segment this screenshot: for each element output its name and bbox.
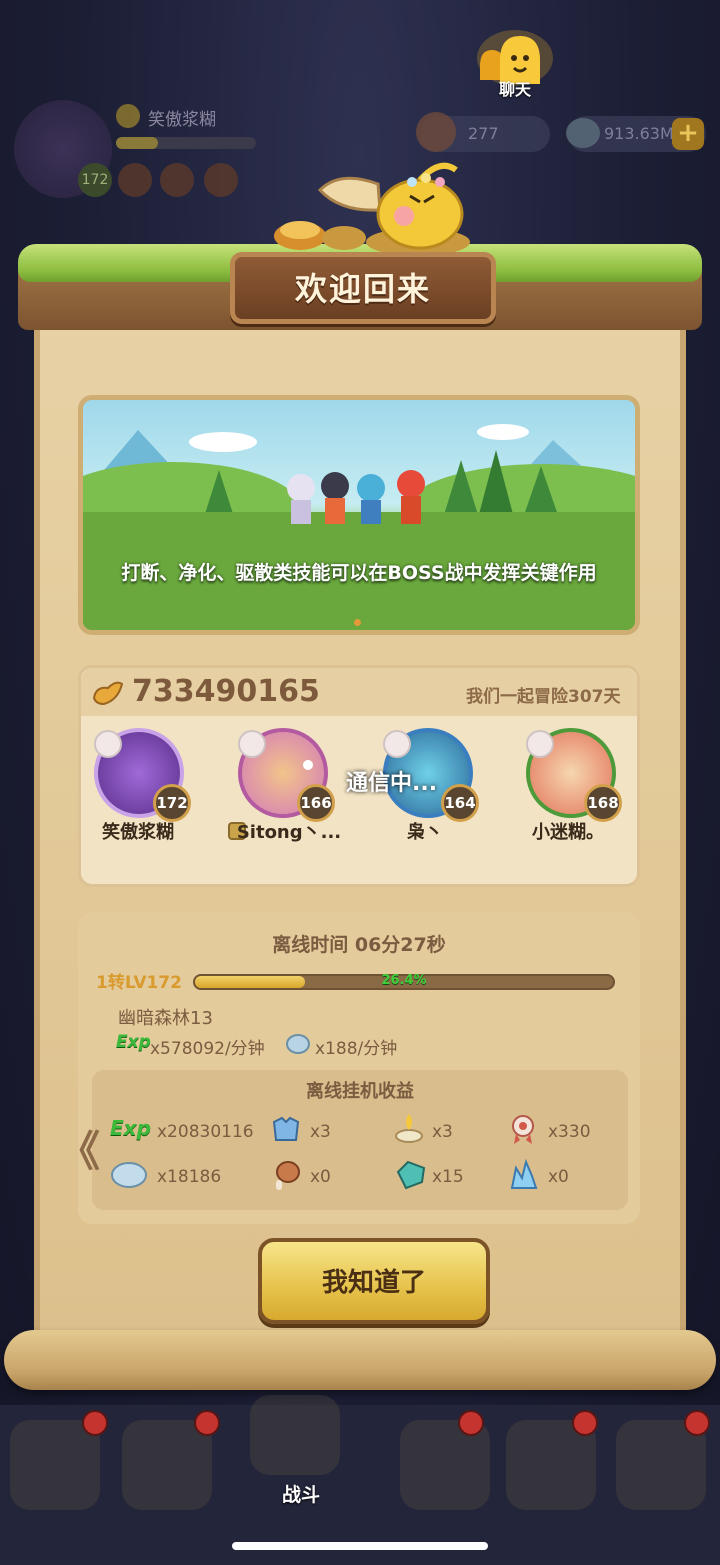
reward-value: x15 [432, 1167, 464, 1187]
player-level-badge: 172 [78, 163, 112, 197]
resource-crystal-value: 913.63M [604, 124, 674, 143]
loading-text: 通信中... [346, 771, 438, 796]
nav-battle-label[interactable]: 战斗 [282, 1480, 320, 1507]
buff-icon[interactable] [118, 163, 152, 197]
banner-landscape-image [83, 424, 635, 630]
confirm-button-label[interactable]: 我知道了 [258, 1262, 490, 1299]
power-icon [92, 681, 124, 706]
team-member-level: 172 [153, 784, 191, 822]
collapse-chevron-icon[interactable]: 《 [58, 1118, 100, 1179]
team-member-level: 166 [297, 784, 335, 822]
reward-value: x3 [432, 1122, 453, 1142]
ice-crystal-icon [510, 1158, 538, 1189]
reward-value: x20830116 [157, 1122, 254, 1142]
rewards-title: 离线挂机收益 [306, 1081, 414, 1102]
class-badge-icon [238, 730, 266, 758]
tip-text: 打断、净化、驱散类技能可以在BOSS战中发挥关键作用 [121, 562, 597, 584]
notification-bell-icon [458, 1410, 484, 1436]
crystal-icon [111, 1162, 147, 1188]
team-member-name: 枭丶 [407, 822, 443, 843]
chat-label[interactable]: 聊天 [490, 76, 540, 100]
class-badge-icon [383, 730, 411, 758]
resource-meat-value: 277 [468, 124, 499, 143]
notification-bell-icon [82, 1410, 108, 1436]
reward-value: x330 [548, 1122, 591, 1142]
meat-icon [276, 1161, 300, 1190]
buff-icon[interactable] [160, 163, 194, 197]
home-indicator[interactable] [232, 1542, 488, 1550]
carousel-dot[interactable] [354, 619, 361, 626]
gem-icon [396, 1160, 426, 1190]
team-member-level: 168 [584, 784, 622, 822]
adventure-days: 我们一起冒险307天 [466, 687, 621, 707]
exp-rate: x578092/分钟 [150, 1039, 265, 1059]
add-crystal-button[interactable]: + [672, 118, 704, 150]
crystal-rate: x188/分钟 [315, 1039, 398, 1059]
class-badge-icon [526, 730, 554, 758]
team-member-name: 小迷糊。 [532, 822, 604, 843]
notification-bell-icon [572, 1410, 598, 1436]
exp-icon: Exp [110, 1116, 151, 1140]
team-member-name: Sitong丶... [236, 822, 342, 843]
scroll-bottom-roll [4, 1330, 716, 1390]
class-badge-icon [94, 730, 122, 758]
buff-icon[interactable] [204, 163, 238, 197]
nav-battle[interactable] [250, 1395, 340, 1475]
team-power: 733490165 [132, 674, 320, 709]
lamp-icon [395, 1114, 423, 1143]
pie-decoration-icon [274, 221, 366, 250]
medal-icon [512, 1115, 534, 1144]
game-screen: { "hud": { "chat_label": "聊天", "player_n… [0, 0, 720, 1565]
exp-progress-text: 26.4% [381, 973, 427, 988]
team-member-level: 164 [441, 784, 479, 822]
reward-value: x3 [310, 1122, 331, 1142]
exp-icon: Exp [116, 1032, 151, 1052]
reward-value: x18186 [157, 1167, 222, 1187]
emoji-icon [116, 104, 140, 128]
player-exp-bar [116, 137, 256, 149]
stage-name: 幽暗森林13 [118, 1008, 213, 1029]
armor-icon [272, 1116, 300, 1141]
bottom-nav [0, 1405, 720, 1565]
dialog-title: 欢迎回来 [294, 270, 431, 308]
loading-spinner-icon [303, 760, 313, 770]
reward-value: x0 [548, 1167, 569, 1187]
notification-bell-icon [194, 1410, 220, 1436]
offline-time: 离线时间 06分27秒 [272, 934, 446, 956]
meat-icon [416, 112, 456, 152]
team-member-name: 笑傲浆糊 [102, 822, 174, 843]
player-name: 笑傲浆糊 [148, 110, 216, 130]
notification-bell-icon [684, 1410, 710, 1436]
reward-value: x0 [310, 1167, 331, 1187]
crystal-icon [566, 118, 600, 148]
tip-banner[interactable] [78, 395, 640, 635]
crystal-icon [286, 1034, 310, 1054]
reincarnation-level: 1转LV172 [96, 973, 182, 993]
